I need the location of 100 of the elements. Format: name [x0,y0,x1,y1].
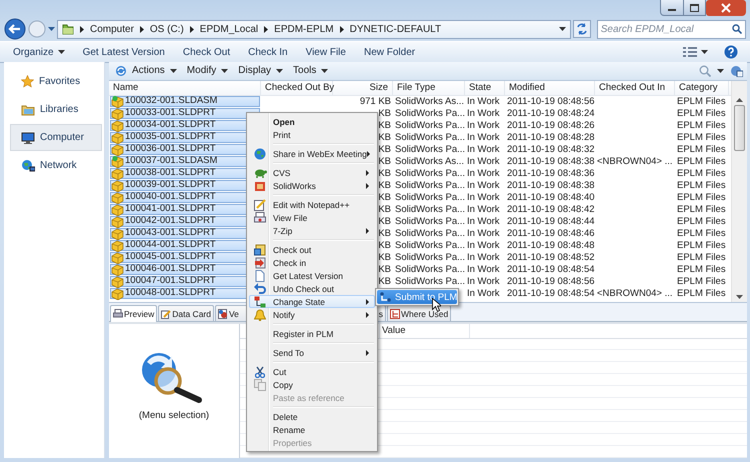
assembly-file-icon [111,154,124,168]
back-button[interactable] [4,18,26,40]
breadcrumb-item[interactable]: Computer [90,24,134,34]
part-file-icon [111,238,124,252]
table-cell: SolidWorks Pa... [395,240,465,251]
menu-item[interactable]: Edit with Notepad++ [249,198,375,211]
table-cell: EPLM Files [677,180,726,191]
help-button[interactable] [724,45,738,59]
search-box[interactable]: Search EPDM_Local [596,20,746,38]
table-cell: KB [378,180,391,191]
menu-button[interactable]: Actions [127,62,182,79]
menu-item[interactable]: Check out [249,243,375,256]
table-cell: SolidWorks Pa... [395,168,465,179]
menu-button[interactable]: Modify [182,62,234,79]
menu-item[interactable]: Register in PLM [249,327,375,340]
toolbar-button[interactable]: New Folder [354,43,424,61]
table-cell: In Work [467,264,500,275]
menu-item[interactable]: Notify [249,308,375,321]
part-file-icon [111,106,124,120]
options-icon[interactable] [730,64,743,77]
column-header[interactable]: Category [675,80,729,95]
menu-item[interactable]: Change State [249,295,375,308]
column-header[interactable]: Checked Out By [261,80,333,95]
close-button[interactable] [706,0,746,16]
menu-item[interactable]: Open [249,115,375,128]
column-header[interactable]: Modified [505,80,595,95]
menu-button[interactable]: Tools [288,62,334,79]
view-list-icon [683,47,697,57]
table-cell: KB [378,216,391,227]
menu-item[interactable]: SolidWorks [249,179,375,192]
menu-item[interactable]: Delete [249,410,375,423]
menu-item[interactable]: Undo Check out [249,282,375,295]
nav-item[interactable]: Computer [10,124,102,151]
column-header[interactable]: Size [333,80,393,95]
menu-item[interactable]: Print [249,128,375,141]
table-cell: In Work [467,168,500,179]
address-bar[interactable]: Computer OS (C:) EPDM_Local EPDM-EPLM DYNETIC-DEFAULT [57,20,571,38]
toolbar-button[interactable]: View File [296,43,355,61]
tab[interactable]: Preview [110,305,158,322]
menu-item[interactable]: Cut [249,365,375,378]
part-file-icon [111,202,124,216]
search-field[interactable]: Search EPDM_Local [600,24,732,34]
library-icon [21,104,35,116]
menu-item[interactable]: 7-Zip [249,224,375,237]
table-cell: 2011-10-19 08:48:32 [507,144,595,155]
table-cell: KB [378,168,391,179]
breadcrumb-item[interactable]: OS (C:) [150,24,184,34]
column-header[interactable]: State [465,80,505,95]
menu-item[interactable]: Rename [249,423,375,436]
tab[interactable]: Where Used [386,305,452,322]
submenu-arrow-icon [366,170,369,176]
chevron-icon [190,26,194,32]
table-cell: 2011-10-19 08:48:56 [507,276,595,287]
part-file-icon [111,142,124,156]
table-cell: In Work [467,288,500,299]
toolbar-button[interactable]: Check In [239,43,297,61]
where-used-icon [390,308,400,319]
table-cell: EPLM Files [677,120,726,131]
table-cell: SolidWorks Pa... [395,180,465,191]
menu-item[interactable]: Get Latest Version [249,269,375,282]
menu-item[interactable]: Send To [249,346,375,359]
breadcrumb-item[interactable]: EPDM-EPLM [274,24,334,34]
file-name: 100046-001.SLDPRT [125,263,216,276]
toolbar-button[interactable]: Organize [4,43,74,61]
menu-item[interactable]: Share in WebEx Meeting [249,147,375,160]
history-dropdown-icon[interactable] [48,27,55,31]
menu-item[interactable]: Copy [249,378,375,391]
column-header[interactable]: Checked Out In [595,80,675,95]
file-name: 100047-001.SLDPRT [125,275,216,288]
refresh-button[interactable] [572,20,591,38]
file-name: 100038-001.SLDPRT [125,167,216,180]
file-name: 100048-001.SLDPRT [125,287,216,300]
scrollbar-thumb[interactable] [734,104,745,151]
address-dropdown-icon[interactable] [558,27,566,31]
table-cell: In Work [467,228,500,239]
table-cell: 2011-10-19 08:48:56 [507,96,595,107]
chevron-icon [340,26,344,32]
file-name: 100034-001.SLDPRT [125,119,216,132]
minimize-button[interactable] [660,0,684,16]
toolbar-button[interactable]: Check Out [174,43,240,61]
part-file-icon [111,178,124,192]
breadcrumb-item[interactable]: EPDM_Local [200,24,258,34]
restore-button[interactable] [684,0,706,16]
menu-item[interactable]: CVS [249,166,375,179]
nav-item[interactable]: Libraries [10,96,102,123]
refresh-icon[interactable] [115,64,127,77]
table-cell: 2011-10-19 08:48:46 [507,228,595,239]
menu-item[interactable]: Check in [249,256,375,269]
submenu-arrow-icon [366,182,369,188]
scroll-down-button[interactable] [735,294,744,300]
menu-item[interactable]: View File [249,211,375,224]
folder-icon [62,23,74,35]
nav-item[interactable]: Favorites [10,68,102,95]
tab[interactable]: Data Card [158,305,214,322]
column-header[interactable]: Name [109,80,261,95]
menu-button[interactable]: Display [233,62,288,79]
breadcrumb-item[interactable]: DYNETIC-DEFAULT [350,24,442,34]
toolbar-button[interactable]: Get Latest Version [74,43,174,61]
nav-item[interactable]: Network [10,152,102,179]
column-header[interactable]: File Type [393,80,465,95]
